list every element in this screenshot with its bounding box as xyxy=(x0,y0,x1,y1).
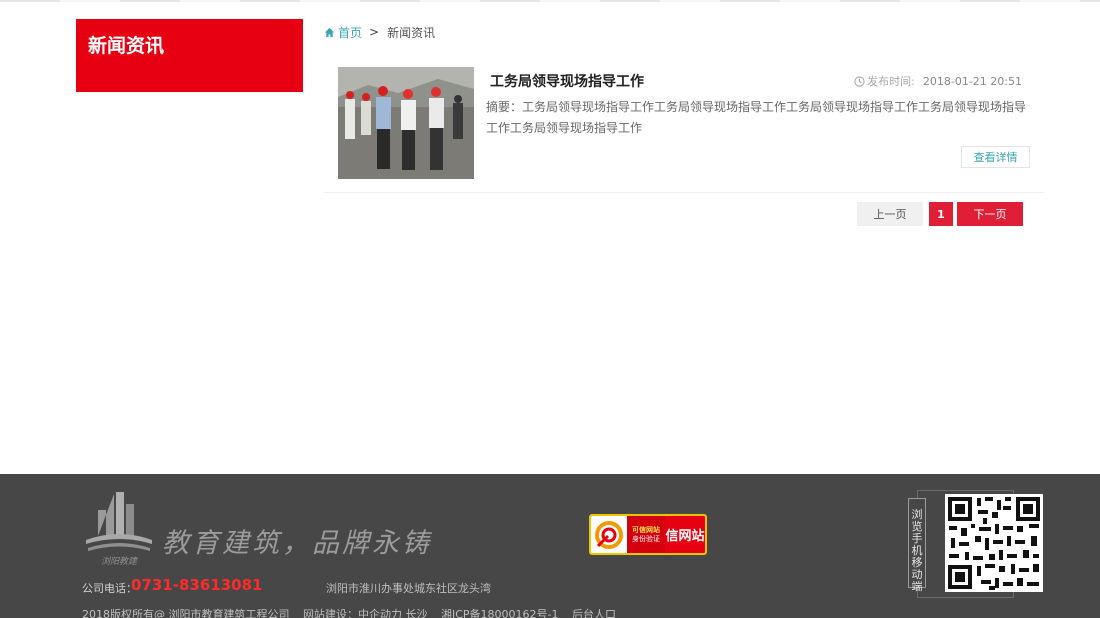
footer-slogan: 教育建筑，品牌永铸 xyxy=(162,528,432,559)
badge-mid: 可信网站 身份验证 xyxy=(627,516,665,553)
news-summary: 摘要：工务局领导现场指导工作工务局领导现场指导工作工务局领导现场指导工作工务局领… xyxy=(486,100,1027,135)
sidebar-category-box[interactable]: 新闻资讯 xyxy=(76,19,303,92)
breadcrumb-current: 新闻资讯 xyxy=(387,25,436,40)
pagination: 上一页 1 下一页 xyxy=(857,202,1023,226)
top-divider xyxy=(0,0,1100,2)
site-build-link[interactable]: 网站建设：中企动力 长沙 xyxy=(303,608,428,618)
news-date: 发布时间: 2018-01-21 20:51 xyxy=(854,73,1022,89)
sidebar-title: 新闻资讯 xyxy=(88,35,165,57)
copyright-text: 2018版权所有@ 浏阳市教育建筑工程公司 xyxy=(82,608,290,618)
home-icon xyxy=(324,27,335,37)
icp-link[interactable]: 湘ICP备18000162号-1 xyxy=(441,608,559,618)
prev-page-button[interactable]: 上一页 xyxy=(857,202,923,226)
news-thumbnail[interactable] xyxy=(338,67,474,179)
badge-logo-icon xyxy=(591,516,627,553)
news-list-item: 工务局领导现场指导工作 发布时间: 2018-01-21 20:51 摘要：工务… xyxy=(324,54,1044,193)
footer: 浏阳教建 教育建筑，品牌永铸 公司电话： 0731-83613081 浏阳市淮川… xyxy=(0,474,1100,618)
company-address: 浏阳市淮川办事处城东社区龙头湾 xyxy=(326,582,491,595)
trusted-site-badge[interactable]: 可信网站 身份验证 信网站 xyxy=(589,514,707,555)
badge-top-text: 可信网站 xyxy=(632,525,660,534)
mobile-site-label: 浏览手机移动端 xyxy=(908,498,926,593)
badge-name: 信网站 xyxy=(665,529,705,544)
date-label: 发布时间: xyxy=(867,75,915,88)
clock-icon xyxy=(854,75,865,87)
breadcrumb-home-link[interactable]: 首页 xyxy=(338,24,362,41)
phone-number: 0731-83613081 xyxy=(131,576,263,594)
admin-link[interactable]: 后台人口 xyxy=(572,608,616,618)
view-details-button[interactable]: 查看详情 xyxy=(961,146,1030,168)
news-photo xyxy=(338,67,474,179)
phone-label: 公司电话： xyxy=(82,582,137,595)
date-value: 2018-01-21 20:51 xyxy=(922,74,1022,88)
copyright-line: 2018版权所有@ 浏阳市教育建筑工程公司 网站建设：中企动力 长沙 湘ICP备… xyxy=(82,606,626,618)
page-number-current[interactable]: 1 xyxy=(929,202,953,226)
badge-bottom-text: 身份验证 xyxy=(632,534,660,543)
breadcrumb-separator: > xyxy=(369,25,380,39)
breadcrumb: 首页 > 新闻资讯 xyxy=(324,24,436,41)
logo-text: 浏阳教建 xyxy=(101,556,138,567)
news-title[interactable]: 工务局领导现场指导工作 xyxy=(490,71,644,91)
company-logo: 浏阳教建 xyxy=(86,492,152,567)
qr-code-icon[interactable] xyxy=(945,494,1043,592)
next-page-button[interactable]: 下一页 xyxy=(957,202,1023,226)
